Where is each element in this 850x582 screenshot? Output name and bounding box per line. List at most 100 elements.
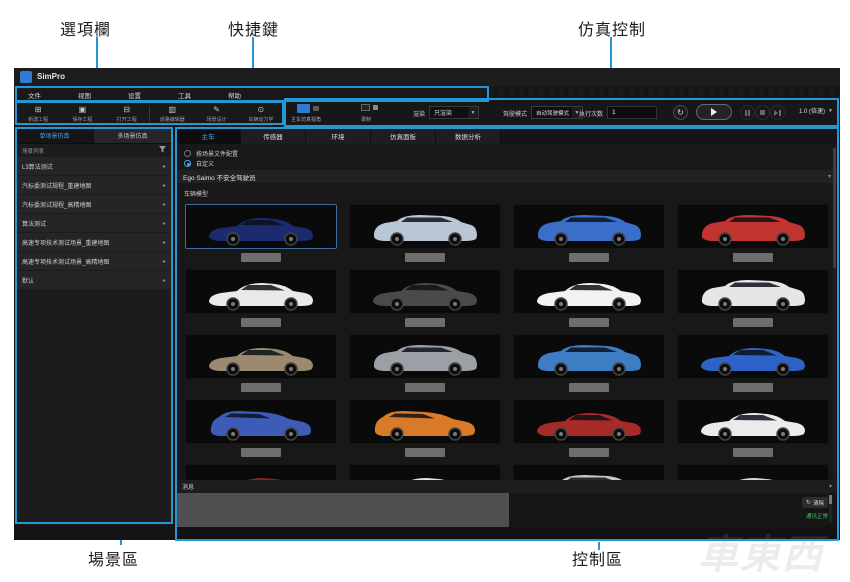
scene-list-item-4[interactable]: 高速专项技术测试场景_重建地图▸ [16, 233, 172, 251]
collapse-arrow-icon[interactable]: ▸ [163, 277, 166, 284]
vehicle-card-5[interactable] [349, 269, 501, 314]
toolbar-button-label: 道路编辑器 [160, 116, 185, 123]
vehicle-image-suv[interactable] [677, 269, 829, 314]
toolbar-button-4[interactable]: ✎场景设计 [195, 106, 239, 123]
main-tab-0[interactable]: 主车 [176, 128, 241, 144]
toolbar-button-3[interactable]: ▥道路编辑器 [150, 106, 194, 123]
toolbar-button-2[interactable]: ⊟打开工程 [105, 106, 149, 123]
vehicle-card-13[interactable] [349, 399, 501, 444]
vehicle-image-sedan[interactable] [349, 269, 501, 314]
vehicle-card-1[interactable] [349, 204, 501, 249]
menu-item-4[interactable]: 帮助 [228, 90, 278, 100]
scene-sidebar-tabs: 单场景仿真多场景仿真 [16, 128, 172, 144]
exec-count-input[interactable]: 1 [607, 106, 657, 119]
scene-list-item-5[interactable]: 高速专项技术测试场景_高精地图▸ [16, 252, 172, 270]
vehicle-card-0[interactable] [185, 204, 337, 249]
scene-list-item-6[interactable]: 默认▸ [16, 271, 172, 289]
scene-list-item-0[interactable]: L3算法测试▸ [16, 157, 172, 175]
ego-section-header[interactable]: Ego Saimo 不安全驾驶员 ▾ [176, 170, 838, 183]
menu-item-1[interactable]: 视图 [78, 90, 128, 100]
toolbar-button-1[interactable]: ▣保存工程 [60, 106, 104, 123]
bottom-scroll-track[interactable] [176, 527, 838, 540]
menu-item-3[interactable]: 工具 [178, 90, 228, 100]
menu-item-2[interactable]: 设置 [128, 90, 178, 100]
clear-messages-button[interactable]: ↻ 清除 [802, 497, 828, 508]
vehicle-image-sedan[interactable] [185, 204, 337, 249]
stop-icon [760, 110, 765, 115]
vehicle-image-suv[interactable] [349, 204, 501, 249]
vehicle-card-8[interactable] [185, 334, 337, 379]
vehicle-image-suv[interactable] [677, 204, 829, 249]
vehicle-image-suv[interactable] [513, 334, 665, 379]
vehicle-card-11[interactable] [677, 334, 829, 379]
vertical-scrollbar[interactable] [833, 148, 836, 478]
vehicle-image-sedan[interactable] [677, 399, 829, 444]
main-tab-3[interactable]: 仿真面板 [371, 128, 436, 144]
scene-design-icon: ✎ [213, 106, 220, 114]
filter-icon[interactable] [159, 146, 166, 155]
config-option-scene-file[interactable]: 按场景文件配置 [184, 149, 238, 158]
vehicle-card-10[interactable] [513, 334, 665, 379]
vehicle-image-sedan[interactable] [513, 269, 665, 314]
collapse-arrow-icon[interactable]: ▸ [163, 220, 166, 227]
vehicle-card-14[interactable] [513, 399, 665, 444]
play-button[interactable] [696, 104, 732, 120]
play-icon [711, 108, 717, 116]
vehicle-card-partial-2[interactable] [513, 464, 665, 480]
vehicle-image-suv[interactable] [349, 334, 501, 379]
message-section-header[interactable]: 消息 ▾ [176, 480, 838, 493]
collapse-arrow-icon[interactable]: ▸ [163, 163, 166, 170]
vehicle-card-7[interactable] [677, 269, 829, 314]
vehicle-card-partial-0[interactable] [185, 464, 337, 480]
vehicle-card-15[interactable] [677, 399, 829, 444]
vehicle-model-grid [185, 204, 830, 444]
vehicle-card-3[interactable] [677, 204, 829, 249]
collapse-arrow-icon[interactable]: ▸ [163, 239, 166, 246]
main-view-toggle-icon[interactable] [297, 104, 310, 113]
vehicle-image-hatchback[interactable] [349, 399, 501, 444]
collapse-arrow-icon[interactable]: ▸ [163, 201, 166, 208]
vehicle-card-partial-1[interactable] [349, 464, 501, 480]
vehicle-image-hatchback[interactable] [185, 399, 337, 444]
pause-button[interactable] [740, 105, 755, 120]
vehicle-image-sedan[interactable] [185, 269, 337, 314]
collapse-arrow-icon[interactable]: ▸ [163, 182, 166, 189]
record-toggle-icon[interactable] [361, 104, 370, 111]
vehicle-card-12[interactable] [185, 399, 337, 444]
ego-section-title: Ego Saimo 不安全驾驶员 [183, 172, 256, 182]
sidebar-tab-1[interactable]: 多场景仿真 [94, 128, 172, 143]
speed-dropdown[interactable]: 1.0 (倍速) ▼ [799, 106, 833, 115]
sidebar-tab-0[interactable]: 单场景仿真 [16, 128, 94, 143]
vehicle-card-partial-3[interactable] [677, 464, 829, 480]
message-scrollbar[interactable] [829, 495, 832, 523]
reset-button[interactable]: ↻ [673, 105, 688, 120]
vehicle-image-sedan[interactable] [677, 334, 829, 379]
vehicle-image-sedan[interactable] [185, 334, 337, 379]
scene-list-item-3[interactable]: 算法测试▸ [16, 214, 172, 232]
render-mode-dropdown[interactable]: 只渲染 ▼ [429, 106, 479, 119]
vehicle-card-4[interactable] [185, 269, 337, 314]
vehicle-card-2[interactable] [513, 204, 665, 249]
stop-button[interactable] [755, 105, 770, 120]
vehicle-card-9[interactable] [349, 334, 501, 379]
main-tab-2[interactable]: 环境 [306, 128, 371, 144]
vehicle-card-6[interactable] [513, 269, 665, 314]
vehicle-model-label: 车辆模型 [184, 189, 208, 198]
vehicle-image-sedan[interactable] [513, 399, 665, 444]
collapse-arrow-icon[interactable]: ▸ [163, 258, 166, 265]
control-panel-tabs: 主车传感器环境仿真面板数据分析 [176, 128, 838, 144]
main-tab-4[interactable]: 数据分析 [436, 128, 501, 144]
vehicle-image-suv[interactable] [513, 204, 665, 249]
scene-list-item-1[interactable]: 汽标委测试规程_重建地图▸ [16, 176, 172, 194]
config-option-custom[interactable]: 自定义 [184, 159, 214, 168]
config-option-label: 自定义 [196, 159, 214, 168]
main-tab-1[interactable]: 传感器 [241, 128, 306, 144]
scene-list-item-2[interactable]: 汽标委测试规程_高精地图 ▸ [16, 195, 172, 213]
step-forward-button[interactable] [770, 105, 785, 120]
open-project-icon: ⊟ [123, 106, 130, 114]
toolbar-button-5[interactable]: ⊙车辆动力学 [239, 106, 283, 123]
toolbar-button-0[interactable]: ⊞新建工程 [16, 106, 60, 123]
menu-item-0[interactable]: 文件 [28, 90, 78, 100]
drive-mode-dropdown[interactable]: 自动驾驶模式 ▼ [531, 106, 583, 119]
scene-item-label: 汽标委测试规程_高精地图 [22, 200, 91, 209]
